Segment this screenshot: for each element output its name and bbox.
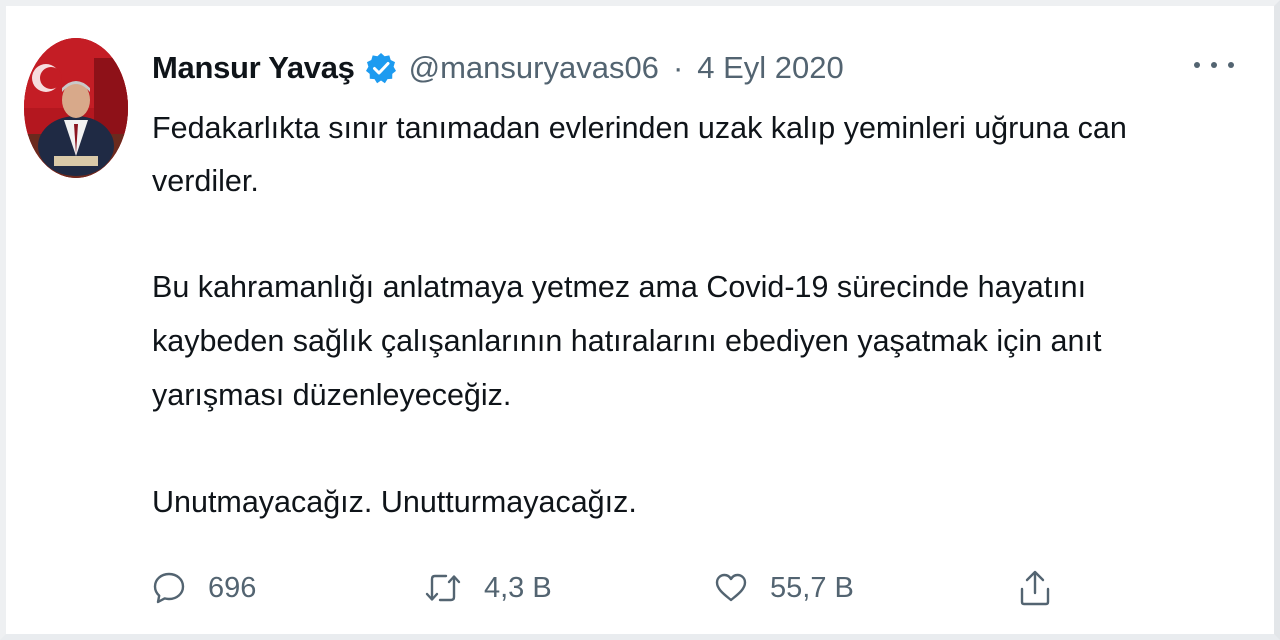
- retweet-count: 4,3 B: [484, 571, 552, 604]
- retweet-button[interactable]: 4,3 B: [424, 560, 552, 616]
- tweet-text-line: Fedakarlıkta sınır tanımadan evlerinden …: [152, 111, 1127, 145]
- tweet-text-line: kaybeden sağlık çalışanlarının hatıralar…: [152, 324, 1102, 358]
- share-icon: [1018, 569, 1052, 607]
- verified-badge-icon: [365, 52, 397, 84]
- reply-icon: [152, 571, 186, 605]
- retweet-icon: [424, 571, 462, 605]
- meta-separator: ·: [672, 50, 684, 85]
- heart-icon: [714, 571, 748, 605]
- share-button[interactable]: [1018, 560, 1052, 616]
- author-handle[interactable]: @mansuryavas06: [409, 50, 659, 86]
- reply-count: 696: [208, 571, 257, 604]
- tweet-text-line: Unutmayacağız. Unutturmayacağız.: [152, 485, 637, 519]
- more-options-icon[interactable]: [1194, 55, 1234, 75]
- tweet-actions: 696 4,3 B 55,7 B: [152, 560, 1072, 616]
- tweet-text-line: Bu kahramanlığı anlatmaya yetmez ama Cov…: [152, 270, 1087, 304]
- tweet-card[interactable]: Mansur Yavaş @mansuryavas06 · 4 Eyl 2020…: [0, 0, 1280, 640]
- avatar[interactable]: [24, 38, 128, 178]
- tweet-date[interactable]: 4 Eyl 2020: [697, 50, 844, 86]
- reply-button[interactable]: 696: [152, 560, 256, 616]
- like-count: 55,7 B: [770, 571, 854, 604]
- author-name[interactable]: Mansur Yavaş: [152, 50, 355, 86]
- tweet-text-line: verdiler.: [152, 164, 259, 198]
- tweet-text-line: yarışması düzenleyeceğiz.: [152, 378, 512, 412]
- tweet-header: Mansur Yavaş @mansuryavas06 · 4 Eyl 2020: [152, 46, 844, 90]
- like-button[interactable]: 55,7 B: [714, 560, 854, 616]
